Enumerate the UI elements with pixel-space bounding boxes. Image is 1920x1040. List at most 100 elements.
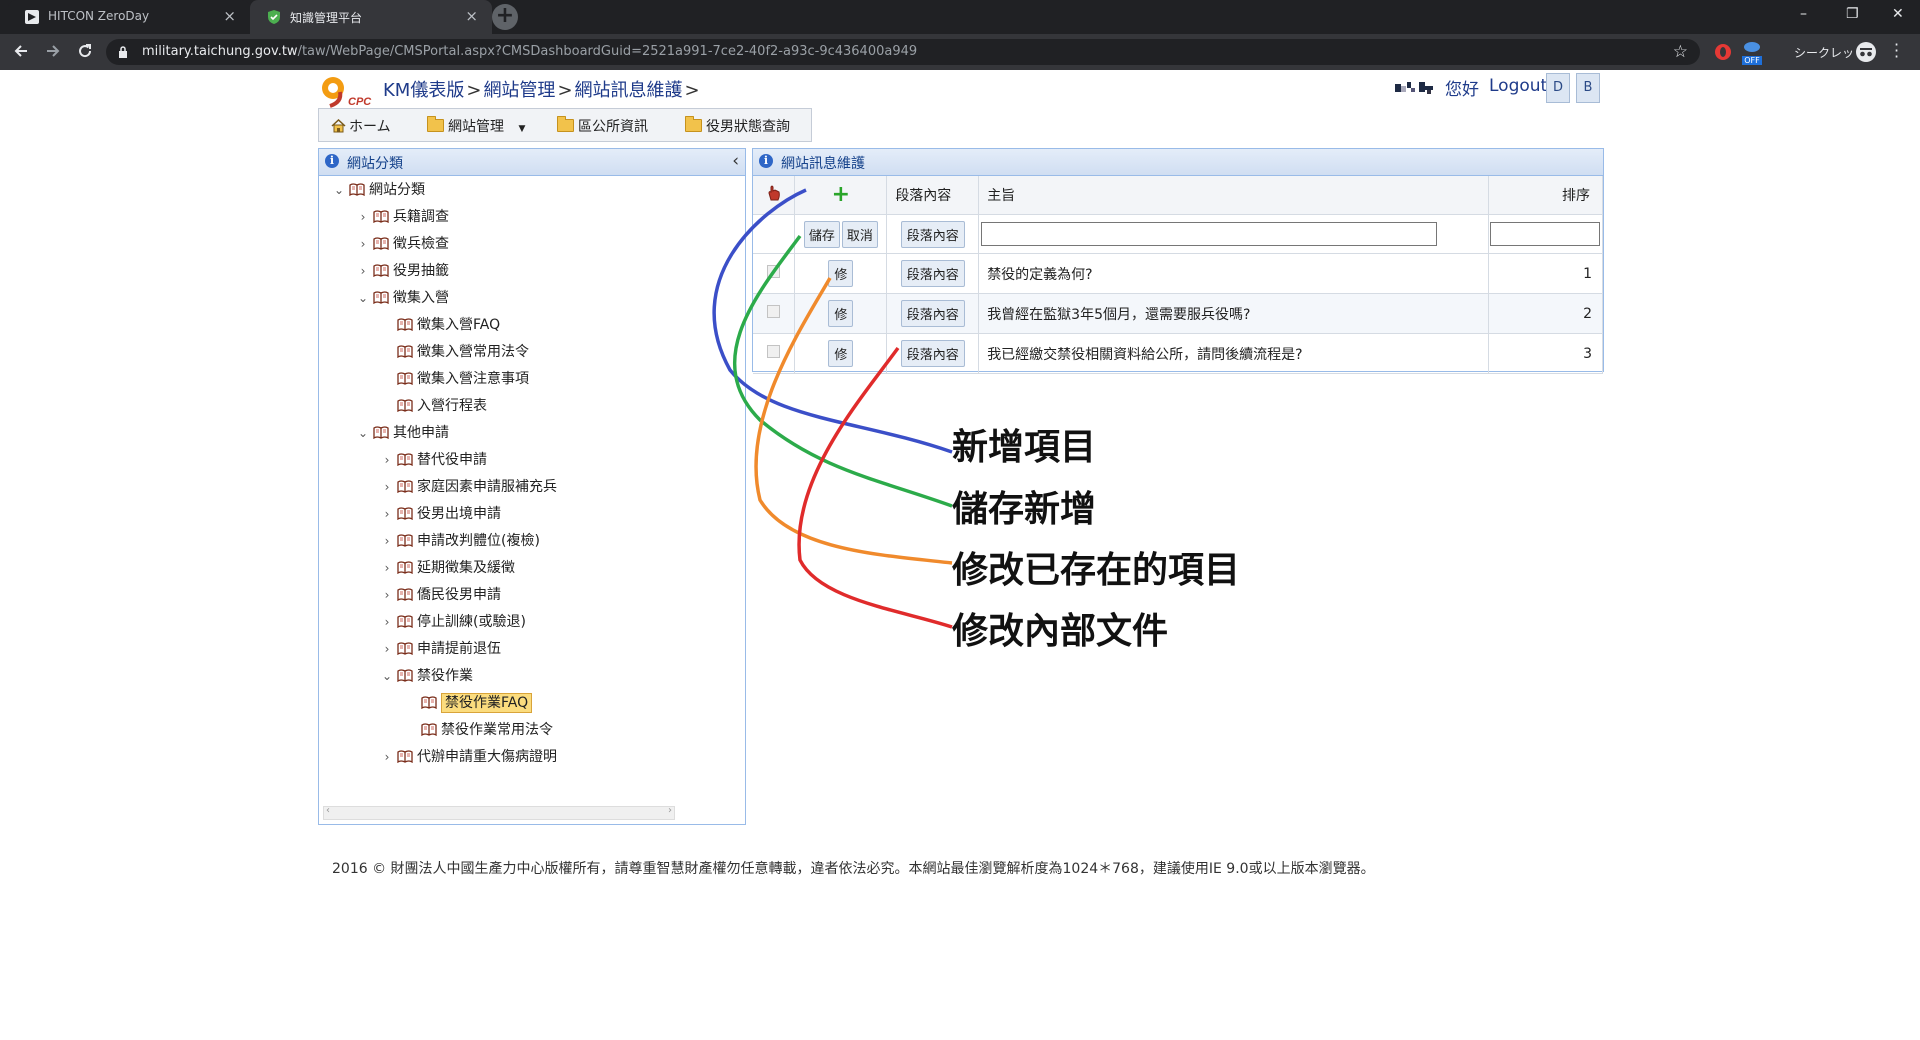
breadcrumb-site-message[interactable]: 網站訊息維護: [575, 80, 683, 101]
tree-node[interactable]: › 代辦申請重大傷病證明: [377, 746, 557, 768]
chevron-right-icon[interactable]: ›: [377, 530, 397, 552]
content-button[interactable]: 段落內容: [900, 300, 965, 327]
b-button[interactable]: B: [1576, 73, 1600, 103]
tree-node-label: 入營行程表: [417, 398, 487, 414]
scroll-right-icon[interactable]: ›: [668, 805, 672, 816]
tree-node[interactable]: ⌄ 徵集入營: [353, 287, 449, 309]
cloud-icon: [1744, 42, 1760, 52]
panel-title: 網站分類: [347, 156, 403, 172]
forward-arrow-icon[interactable]: [44, 42, 62, 60]
edit-row-subject-cell: [978, 214, 1489, 254]
chevron-right-icon[interactable]: ›: [377, 746, 397, 768]
chevron-right-icon[interactable]: ›: [353, 260, 373, 282]
minimize-button[interactable]: –: [1800, 6, 1807, 22]
tree-node[interactable]: › 申請提前退伍: [377, 638, 501, 660]
reload-icon[interactable]: [76, 42, 94, 60]
chevron-right-icon[interactable]: ›: [377, 476, 397, 498]
edit-row-content-cell: 段落內容: [886, 214, 980, 254]
order-input[interactable]: [1489, 222, 1600, 246]
new-tab-button[interactable]: +: [492, 4, 518, 30]
book-icon: [397, 318, 413, 331]
edit-button[interactable]: 修: [828, 260, 854, 287]
chevron-right-icon[interactable]: ›: [377, 503, 397, 525]
tree-node[interactable]: › 僑民役男申請: [377, 584, 501, 606]
tree-node[interactable]: › 延期徵集及緩徵: [377, 557, 515, 579]
tree-node[interactable]: ⌄ 禁役作業: [377, 665, 473, 687]
tree-node[interactable]: 徵集入營注意事項: [377, 368, 529, 390]
chevron-right-icon[interactable]: ›: [377, 557, 397, 579]
tree-node[interactable]: › 役男抽籤: [353, 260, 449, 282]
save-button[interactable]: 儲存: [803, 220, 840, 248]
row-checkbox[interactable]: [767, 265, 781, 278]
chevron-right-icon[interactable]: ›: [353, 233, 373, 255]
cancel-button[interactable]: 取消: [841, 220, 878, 248]
menu-home-label: ホーム: [349, 119, 391, 135]
tree-node[interactable]: › 家庭因素申請服補充兵: [377, 476, 557, 498]
table-row: 修 段落內容 禁役的定義為何? 1: [753, 253, 1604, 294]
close-window-button[interactable]: ✕: [1892, 6, 1904, 22]
content-button[interactable]: 段落內容: [900, 260, 965, 287]
menu-home[interactable]: ホーム: [331, 116, 391, 136]
back-arrow-icon[interactable]: [12, 42, 30, 60]
horizontal-scrollbar[interactable]: ‹ ›: [323, 805, 675, 820]
chevron-down-icon[interactable]: ⌄: [377, 665, 397, 687]
add-item-icon[interactable]: +: [832, 182, 850, 207]
content-button[interactable]: 段落內容: [900, 340, 965, 367]
panel-header: i 網站訊息維護: [753, 149, 1603, 176]
chevron-right-icon[interactable]: ›: [377, 449, 397, 471]
chevron-right-icon[interactable]: ›: [377, 611, 397, 633]
tab-km-platform[interactable]: 知識管理平台 ×: [250, 0, 492, 34]
chevron-right-icon[interactable]: ›: [353, 206, 373, 228]
chevron-down-icon[interactable]: ⌄: [353, 287, 373, 309]
cookie-extension-icon[interactable]: OFF: [1742, 40, 1762, 65]
tree-node[interactable]: › 替代役申請: [377, 449, 487, 471]
browser-menu-icon[interactable]: · · ·: [1894, 37, 1899, 65]
folder-icon: [685, 116, 702, 132]
tree-node-label: 兵籍調查: [393, 209, 449, 225]
tab-close-icon[interactable]: ×: [223, 8, 236, 24]
tab-hitcon-zeroday[interactable]: HITCON ZeroDay ×: [8, 0, 250, 34]
tab-close-icon[interactable]: ×: [465, 8, 478, 24]
opera-extension-icon[interactable]: [1714, 43, 1732, 61]
drag-column-header: [753, 176, 796, 215]
breadcrumb-km-dashboard[interactable]: KM儀表版: [383, 80, 464, 101]
edit-button[interactable]: 修: [828, 300, 854, 327]
tree-node[interactable]: 入營行程表: [377, 395, 487, 417]
menu-label: 網站管理: [448, 119, 504, 135]
tree-node[interactable]: 禁役作業FAQ: [401, 692, 533, 714]
chevron-down-icon[interactable]: ⌄: [353, 422, 373, 444]
incognito-icon[interactable]: [1856, 42, 1876, 62]
tree-node[interactable]: › 役男出境申請: [377, 503, 501, 525]
column-header-subject: 主旨: [978, 176, 1489, 215]
chevron-down-icon[interactable]: ⌄: [329, 179, 349, 201]
book-icon: [421, 723, 437, 736]
edit-button[interactable]: 修: [828, 340, 854, 367]
chevron-right-icon[interactable]: ›: [377, 584, 397, 606]
chevron-right-icon[interactable]: ›: [377, 638, 397, 660]
content-button[interactable]: 段落內容: [900, 220, 965, 248]
tree-node[interactable]: 徵集入營常用法令: [377, 341, 529, 363]
breadcrumb-site-management[interactable]: 網站管理: [483, 80, 555, 101]
menu-conscript-status[interactable]: 役男狀態查詢: [685, 116, 790, 136]
row-checkbox[interactable]: [767, 305, 781, 318]
row-checkbox[interactable]: [767, 345, 781, 358]
collapse-panel-icon[interactable]: ‹: [732, 151, 739, 171]
logout-link[interactable]: Logout: [1489, 76, 1547, 96]
subject-input[interactable]: [981, 222, 1438, 246]
address-bar[interactable]: military.taichung.gov.tw/taw/WebPage/CMS…: [106, 39, 1700, 65]
edit-row-actions: 儲存 取消: [794, 214, 888, 254]
d-button[interactable]: D: [1546, 73, 1570, 103]
menu-district-office[interactable]: 區公所資訊: [557, 116, 648, 136]
tree-node[interactable]: ⌄ 網站分類: [329, 179, 425, 201]
bookmark-star-icon[interactable]: ☆: [1673, 42, 1688, 62]
tree-node[interactable]: › 停止訓練(或驗退): [377, 611, 526, 633]
scroll-left-icon[interactable]: ‹: [326, 805, 330, 816]
tree-node[interactable]: 徵集入營FAQ: [377, 314, 500, 336]
menu-site-management[interactable]: 網站管理 ▼: [427, 116, 525, 136]
tree-node[interactable]: › 兵籍調查: [353, 206, 449, 228]
tree-node[interactable]: › 申請改判體位(複檢): [377, 530, 540, 552]
tree-node[interactable]: ⌄ 其他申請: [353, 422, 449, 444]
restore-button[interactable]: ❐: [1846, 6, 1859, 22]
tree-node[interactable]: 禁役作業常用法令: [401, 719, 553, 741]
tree-node[interactable]: › 徵兵檢查: [353, 233, 449, 255]
